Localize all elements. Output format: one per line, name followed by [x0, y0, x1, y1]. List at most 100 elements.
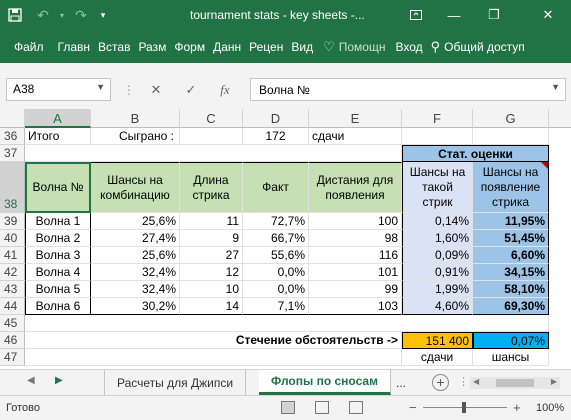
column-header-c[interactable]: C	[180, 109, 243, 128]
scrollbar-left-arrow-icon[interactable]: ◀	[473, 377, 479, 386]
cell-a37[interactable]	[25, 145, 402, 162]
comment-indicator-icon[interactable]	[541, 162, 548, 169]
page-layout-view-icon[interactable]	[315, 401, 329, 414]
cell-c36[interactable]	[180, 128, 243, 145]
tab-file[interactable]: Файл	[0, 30, 54, 63]
cell-f42[interactable]: 0,91%	[402, 264, 473, 281]
cancel-icon[interactable]: ✕	[145, 78, 167, 101]
minimize-button[interactable]: —	[438, 0, 470, 30]
cell-e40[interactable]: 98	[309, 230, 402, 247]
cell-a45[interactable]	[25, 315, 549, 332]
sheet-tab-flops[interactable]: Флопы по сносам	[259, 370, 391, 395]
row-header[interactable]: 46	[0, 332, 25, 349]
cell-g40[interactable]: 51,45%	[473, 230, 549, 247]
cell-a41[interactable]: Волна 3	[25, 247, 91, 264]
scroll-left-icon[interactable]: ◀	[27, 375, 35, 386]
cell-f47[interactable]: сдачи	[402, 349, 473, 366]
tab-formulas[interactable]: Форм	[170, 30, 209, 63]
stat-header-cell[interactable]: Стат. оценки	[402, 145, 549, 162]
cell-g39[interactable]: 11,95%	[473, 213, 549, 230]
restore-button[interactable]: ❐	[478, 0, 510, 30]
cell-f41[interactable]: 0,09%	[402, 247, 473, 264]
cell-d39[interactable]: 72,7%	[243, 213, 309, 230]
cell-a40[interactable]: Волна 2	[25, 230, 91, 247]
cell-b41[interactable]: 25,6%	[91, 247, 180, 264]
cell-g46[interactable]: 0,07%	[473, 332, 549, 349]
cell-b38[interactable]: Шансы на комбинацию	[91, 162, 180, 213]
customize-toolbar-icon[interactable]: ▾	[94, 0, 112, 30]
cell-a42[interactable]: Волна 4	[25, 264, 91, 281]
zoom-in-button[interactable]: +	[513, 400, 521, 415]
row-header[interactable]: 44	[0, 298, 25, 315]
scrollbar-thumb[interactable]	[496, 379, 534, 387]
horizontal-scrollbar[interactable]: ◀ ▶	[470, 377, 560, 389]
tab-view[interactable]: Вид	[287, 30, 317, 63]
zoom-level[interactable]: 100%	[536, 402, 564, 414]
cell-g43[interactable]: 58,10%	[473, 281, 549, 298]
cell-a39[interactable]: Волна 1	[25, 213, 91, 230]
undo-dropdown-icon[interactable]: ▾	[56, 0, 68, 30]
cell-e39[interactable]: 100	[309, 213, 402, 230]
tab-data[interactable]: Данн	[209, 30, 245, 63]
ribbon-display-icon[interactable]	[400, 0, 432, 30]
normal-view-icon[interactable]	[281, 401, 295, 414]
cell-f46[interactable]: 151 400	[402, 332, 473, 349]
cell-f36[interactable]	[402, 128, 473, 145]
sign-in-link[interactable]: Вход	[391, 30, 426, 63]
cell-a47[interactable]	[25, 349, 402, 366]
row-header[interactable]: 40	[0, 230, 25, 247]
cell-c38[interactable]: Длина стрика	[180, 162, 243, 213]
row-header[interactable]: 37	[0, 145, 25, 162]
row-header[interactable]: 39	[0, 213, 25, 230]
column-header-e[interactable]: E	[309, 109, 402, 128]
cell-d40[interactable]: 66,7%	[243, 230, 309, 247]
row-header[interactable]: 36	[0, 128, 25, 145]
cell-f44[interactable]: 4,60%	[402, 298, 473, 315]
zoom-slider-knob[interactable]	[462, 402, 466, 413]
cell-d43[interactable]: 0,0%	[243, 281, 309, 298]
name-box[interactable]: A38 ▼	[6, 78, 111, 101]
tab-splitter-icon[interactable]: ⋮	[458, 375, 469, 388]
zoom-out-button[interactable]: −	[409, 400, 417, 415]
save-icon[interactable]	[0, 0, 30, 30]
scroll-right-icon[interactable]: ▶	[55, 375, 63, 386]
tab-review[interactable]: Рецен	[245, 30, 287, 63]
insert-function-icon[interactable]: fx	[214, 78, 236, 101]
cell-b44[interactable]: 30,2%	[91, 298, 180, 315]
cell-g41[interactable]: 6,60%	[473, 247, 549, 264]
add-sheet-icon[interactable]: +	[432, 374, 449, 391]
cell-c44[interactable]: 14	[180, 298, 243, 315]
cell-g42[interactable]: 34,15%	[473, 264, 549, 281]
row-header[interactable]: 45	[0, 315, 25, 332]
cell-e36[interactable]: сдачи	[309, 128, 402, 145]
cell-f38[interactable]: Шансы на такой стрик	[402, 162, 473, 213]
cell-a44[interactable]: Волна 6	[25, 298, 91, 315]
column-header-h[interactable]	[549, 109, 571, 128]
expand-formula-icon[interactable]: ▼	[551, 82, 560, 92]
cell-b40[interactable]: 27,4%	[91, 230, 180, 247]
chevron-down-icon[interactable]: ▼	[96, 82, 105, 92]
coincidence-label[interactable]: Стечение обстоятельств ->	[25, 332, 402, 349]
select-all-corner[interactable]	[0, 109, 25, 128]
cell-g38[interactable]: Шансы на появление стрика	[473, 162, 549, 213]
cell-b42[interactable]: 32,4%	[91, 264, 180, 281]
cell-c43[interactable]: 10	[180, 281, 243, 298]
cell-f43[interactable]: 1,99%	[402, 281, 473, 298]
cell-a36[interactable]: Итого	[25, 128, 91, 145]
cell-d44[interactable]: 7,1%	[243, 298, 309, 315]
cell-c41[interactable]: 27	[180, 247, 243, 264]
column-header-g[interactable]: G	[473, 109, 549, 128]
cell-g47[interactable]: шансы	[473, 349, 549, 366]
cell-b36[interactable]: Сыграно :	[91, 128, 180, 145]
row-header[interactable]: 38	[0, 162, 25, 213]
cell-f39[interactable]: 0,14%	[402, 213, 473, 230]
tab-insert[interactable]: Встав	[94, 30, 134, 63]
tab-page-layout[interactable]: Разм	[134, 30, 170, 63]
cell-b39[interactable]: 25,6%	[91, 213, 180, 230]
cell-e44[interactable]: 103	[309, 298, 402, 315]
sheet-tab-jipsy[interactable]: Расчеты для Джипси	[104, 370, 247, 395]
tell-me-box[interactable]: ♡ Помощн	[317, 39, 391, 55]
formula-input[interactable]: Волна № ▼	[250, 78, 566, 101]
cell-e43[interactable]: 99	[309, 281, 402, 298]
cell-a43[interactable]: Волна 5	[25, 281, 91, 298]
